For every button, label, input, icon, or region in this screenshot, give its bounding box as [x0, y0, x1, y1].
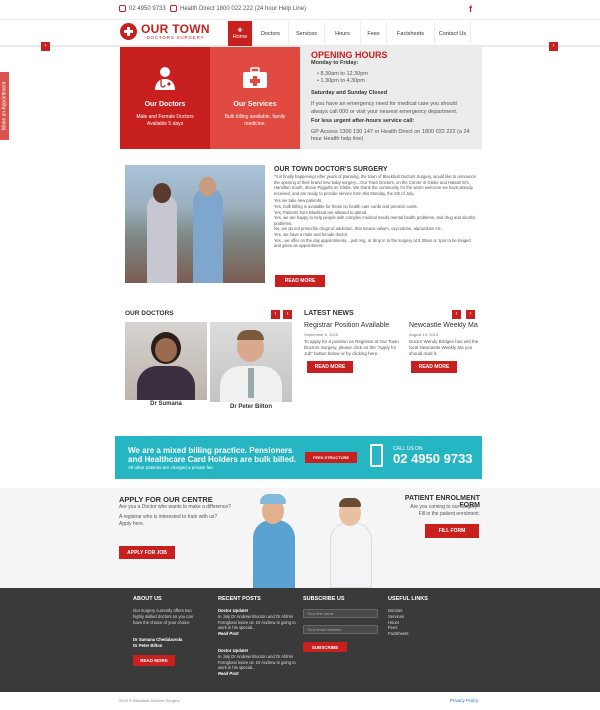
apply-for-job-button[interactable]: APPLY FOR JOB [119, 546, 175, 559]
news-item: Newcastle Weekly Ma August 13, 2015 Doct… [409, 322, 482, 357]
slider-next-arrow[interactable]: › [549, 42, 558, 51]
our-doctors-heading: OUR DOCTORS [125, 310, 174, 317]
emergency-text: If you have an emergency need for medica… [311, 101, 458, 115]
latest-news-heading: LATEST NEWS [304, 310, 354, 317]
medical-cross-icon [120, 23, 137, 40]
footer-read-more-button[interactable]: READ MORE [133, 655, 175, 666]
news-2-read-more-button[interactable]: READ MORE [411, 361, 457, 373]
news-item-title[interactable]: Newcastle Weekly Ma [409, 322, 482, 329]
logo-subtitle: DOCTORS SURGERY [146, 35, 205, 40]
weekend-label: Saturday and Sunday Closed [311, 89, 388, 96]
clock-icon [170, 5, 177, 12]
news-item-date: September 8, 2015 [304, 332, 339, 337]
our-doctors-box[interactable]: Our Doctors Male and Female Doctors Avai… [120, 47, 210, 149]
news-item-title[interactable]: Registrar Position Available [304, 322, 404, 329]
copyright-bar: 2015 © Blackbutt Doctors Surgery Privacy… [0, 692, 600, 710]
billing-band: We are a mixed billing practice. Pension… [115, 436, 482, 479]
topbar-phone[interactable]: 02 4950 9733 [119, 5, 166, 12]
opening-hours-panel: OPENING HOURS Monday to Friday: • 8.30am… [300, 47, 482, 149]
nav-doctors[interactable]: Doctors [252, 21, 288, 46]
apply-title: APPLY FOR OUR CENTRE [119, 495, 213, 504]
nav-hours[interactable]: Hours [324, 21, 360, 46]
fees-structure-button[interactable]: FEES STRUCTURE [305, 452, 357, 463]
doctor-icon [152, 65, 178, 91]
dr-sumana-photo[interactable] [125, 322, 207, 400]
news-prev-arrow[interactable]: ‹ [452, 310, 461, 319]
footer-doctor-2: Dr Peter Bilton [133, 643, 163, 648]
subscribe-name-input[interactable]: Your first name [303, 609, 378, 618]
footer-links: Doctors Services Hours Fees Factsheets [388, 608, 408, 637]
our-services-box[interactable]: Our Services Bulk billing available, fam… [210, 47, 300, 149]
dr-peter-bilton-name[interactable]: Dr Peter Bilton [210, 404, 292, 410]
main-nav: ✚ Home Doctors Services Hours Fees Facts… [227, 21, 471, 46]
our-doctors-text: Male and Female Doctors Available 5 days [136, 114, 194, 127]
nav-services[interactable]: Services [288, 21, 324, 46]
doctors-next-arrow[interactable]: › [283, 310, 292, 319]
make-appointment-tab[interactable]: Make an Appointment [0, 72, 9, 140]
subscribe-email-input[interactable]: Your email address [303, 625, 378, 634]
logo[interactable]: OUR TOWN DOCTORS SURGERY [120, 23, 210, 40]
afterhours-text: GP Access 1300 130 147 or Health Direct … [311, 128, 470, 143]
footer-doctor-1: Dr Sumana Chedalavoda [133, 637, 183, 642]
copyright-text: 2015 © Blackbutt Doctors Surgery [119, 698, 180, 703]
our-services-title: Our Services [233, 101, 277, 108]
medical-kit-icon [242, 65, 268, 91]
apply-text: Are you a Doctor who wants to make a dif… [119, 504, 231, 528]
call-us-phone[interactable]: 02 4950 9733 [393, 451, 473, 466]
footer-useful-links-heading: USEFUL LINKS [388, 596, 428, 602]
hours-slot-2: 1.30pm to 4.30pm [320, 78, 365, 84]
footer-subscribe-heading: SUBSCRIBE US [303, 596, 345, 602]
hours-slot-1: 8.30am to 12.30pm [320, 70, 368, 77]
surgery-description: "It is finally happening! After years of… [274, 174, 476, 249]
patient-illustration [320, 492, 380, 588]
nav-factsheets[interactable]: Factsheets [386, 21, 434, 46]
nav-home[interactable]: ✚ Home [227, 21, 252, 46]
phone-icon [119, 5, 126, 12]
footer-about-text: Our surgery currently offers two highly … [133, 608, 194, 625]
footer-recent-posts-heading: RECENT POSTS [218, 596, 261, 602]
doctor-illustration [243, 492, 303, 588]
recent-post[interactable]: Doctor Update! In July Dr Andrew Brunton… [218, 608, 296, 637]
footer-link-factsheets[interactable]: Factsheets [388, 631, 408, 637]
topbar-health-direct: Health Direct 1800 022 222 (24 hour Help… [170, 5, 306, 12]
privacy-policy-link[interactable]: Privacy Policy [450, 698, 478, 703]
logo-name: OUR TOWN [141, 22, 210, 36]
billing-subtext: All other patients are charged a private… [128, 465, 215, 470]
surgery-team-photo [125, 165, 265, 283]
nav-fees[interactable]: Fees [360, 21, 386, 46]
news-item: Registrar Position Available September 8… [304, 322, 404, 357]
dr-peter-bilton-photo[interactable] [210, 322, 292, 402]
our-doctors-title: Our Doctors [144, 101, 186, 108]
news-item-text: To apply for a position as Registrar at … [304, 339, 399, 356]
doctors-prev-arrow[interactable]: ‹ [271, 310, 280, 319]
footer-about-heading: ABOUT US [133, 596, 162, 602]
fill-form-button[interactable]: FILL FORM [425, 524, 479, 538]
weekdays-label: Monday to Friday: [311, 60, 359, 66]
billing-headline: We are a mixed billing practice. Pension… [128, 446, 297, 464]
surgery-title: OUR TOWN DOCTOR'S SURGERY [274, 166, 388, 173]
afterhours-label: For less urgent after-hours service call… [311, 118, 415, 124]
opening-hours-title: OPENING HOURS [311, 50, 388, 60]
dr-sumana-name[interactable]: Dr Sumana [125, 401, 207, 407]
top-bar: 02 4950 9733 Health Direct 1800 022 222 … [0, 0, 600, 20]
subscribe-button[interactable]: SUBSCRIBE [303, 642, 347, 652]
enrolment-text: Are you coming to our surgery? Fill in t… [410, 504, 480, 517]
news-item-text: Doctor Wendy Bridges has writ the local … [409, 339, 479, 356]
nav-contact-us[interactable]: Contact Us [434, 21, 471, 46]
news-item-date: August 13, 2015 [409, 332, 439, 337]
slider-prev-arrow[interactable]: ‹ [41, 42, 50, 51]
surgery-read-more-button[interactable]: READ MORE [275, 275, 325, 287]
news-1-read-more-button[interactable]: READ MORE [307, 361, 353, 373]
recent-post[interactable]: Doctor Update! In July Dr Andrew Brunton… [218, 648, 296, 677]
facebook-icon[interactable]: f [469, 4, 472, 14]
mobile-phone-icon [370, 444, 383, 467]
footer: ABOUT US Our surgery currently offers tw… [0, 588, 600, 692]
news-next-arrow[interactable]: › [466, 310, 475, 319]
our-services-text: Bulk billing available, family medicine. [224, 114, 286, 127]
